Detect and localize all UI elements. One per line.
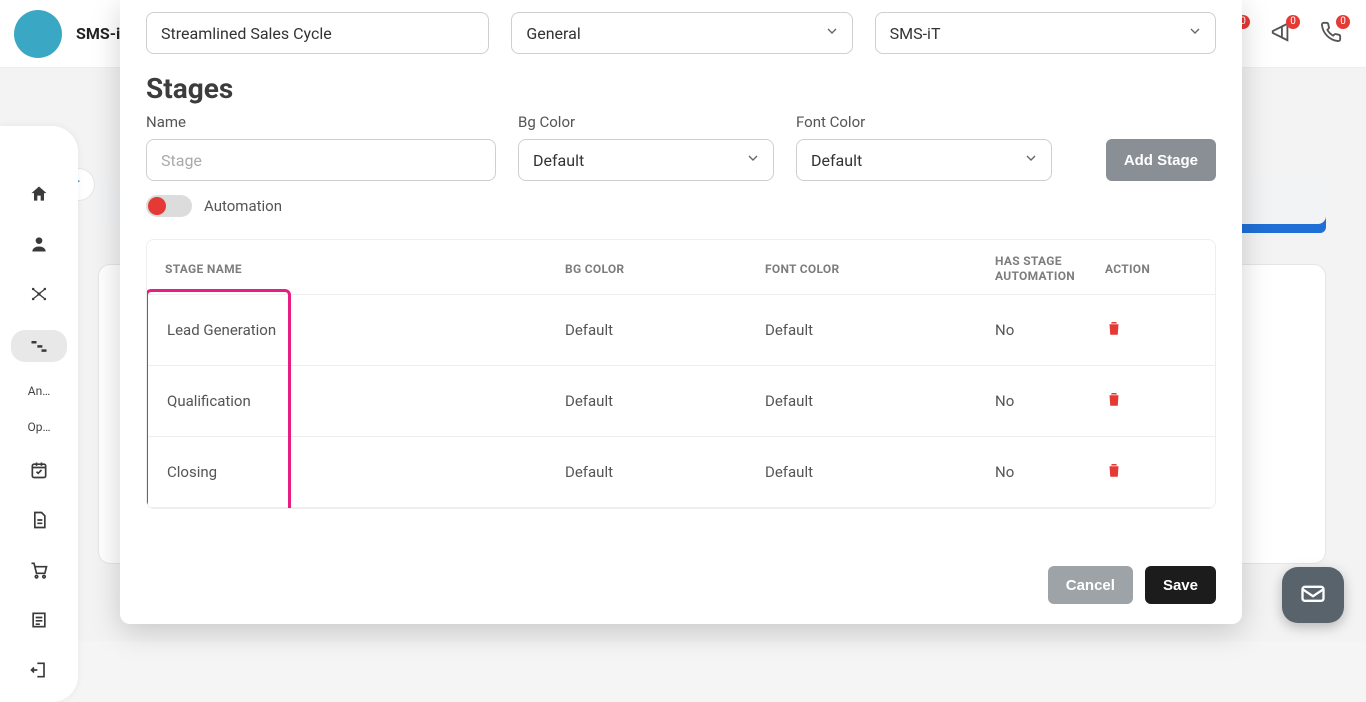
row-bg: Default xyxy=(565,463,765,481)
left-rail: An… Op… xyxy=(0,126,78,702)
row-name: Closing xyxy=(165,463,565,481)
rail-cart-icon[interactable] xyxy=(19,556,59,584)
fontcolor-value: Default xyxy=(811,151,862,170)
owner-select[interactable]: SMS-iT xyxy=(875,12,1216,54)
row-name: Lead Generation xyxy=(165,321,565,339)
pipeline-name-value: Streamlined Sales Cycle xyxy=(161,24,332,43)
rail-calendar-icon[interactable] xyxy=(19,456,59,484)
automation-toggle[interactable] xyxy=(146,195,192,217)
save-button[interactable]: Save xyxy=(1145,566,1216,604)
automation-label: Automation xyxy=(204,197,282,215)
name-col: Name Stage xyxy=(146,113,496,181)
chevron-down-icon xyxy=(1187,23,1203,43)
th-action: ACTION xyxy=(1105,262,1205,276)
category-value: General xyxy=(526,24,580,43)
stage-name-placeholder: Stage xyxy=(161,151,202,170)
bgcolor-label: Bg Color xyxy=(518,113,774,131)
row-font: Default xyxy=(765,321,995,339)
megaphone-badge: 0 xyxy=(1286,15,1300,29)
row-bg: Default xyxy=(565,321,765,339)
row-auto: No xyxy=(995,321,1105,339)
chevron-down-icon xyxy=(1023,150,1039,170)
chevron-down-icon xyxy=(745,150,761,170)
category-select[interactable]: General xyxy=(511,12,852,54)
chevron-down-icon xyxy=(824,23,840,43)
rail-user-icon[interactable] xyxy=(19,230,59,258)
rail-home-icon[interactable] xyxy=(19,180,59,208)
stages-table: STAGE NAME BG COLOR FONT COLOR HAS STAGE… xyxy=(146,239,1216,509)
rail-text-operations[interactable]: Op… xyxy=(27,420,50,434)
row-auto: No xyxy=(995,463,1105,481)
row-font: Default xyxy=(765,392,995,410)
th-stage-name: STAGE NAME xyxy=(165,262,565,276)
rail-text-analytics[interactable]: An… xyxy=(28,384,50,398)
phone-icon[interactable]: 0 xyxy=(1320,21,1342,47)
row-bg: Default xyxy=(565,392,765,410)
th-font-color: FONT COLOR xyxy=(765,262,995,276)
modal-footer: Cancel Save xyxy=(146,548,1216,604)
add-stage-button[interactable]: Add Stage xyxy=(1106,139,1216,181)
modal-top-row: Streamlined Sales Cycle General SMS-iT xyxy=(146,0,1216,54)
table-row: Qualification Default Default No xyxy=(147,366,1215,437)
pipeline-modal: Streamlined Sales Cycle General SMS-iT S… xyxy=(120,0,1242,624)
bgcolor-select[interactable]: Default xyxy=(518,139,774,181)
delete-row-button[interactable] xyxy=(1105,319,1205,341)
automation-row: Automation xyxy=(146,195,1216,217)
fontcolor-label: Font Color xyxy=(796,113,1052,131)
delete-row-button[interactable] xyxy=(1105,390,1205,412)
rail-network-icon[interactable] xyxy=(19,280,59,308)
delete-row-button[interactable] xyxy=(1105,461,1205,483)
table-header: STAGE NAME BG COLOR FONT COLOR HAS STAGE… xyxy=(147,240,1215,295)
row-auto: No xyxy=(995,392,1105,410)
phone-badge: 0 xyxy=(1336,15,1350,29)
table-row: Closing Default Default No xyxy=(147,437,1215,508)
brand-label: SMS-i xyxy=(76,24,120,43)
avatar[interactable] xyxy=(14,10,62,58)
bgcolor-col: Bg Color Default xyxy=(518,113,774,181)
rail-logout-icon[interactable] xyxy=(19,656,59,684)
table-row: Lead Generation Default Default No xyxy=(147,295,1215,366)
bgcolor-value: Default xyxy=(533,151,584,170)
th-has-auto: HAS STAGE AUTOMATION xyxy=(995,254,1105,284)
owner-value: SMS-iT xyxy=(890,24,941,43)
name-label: Name xyxy=(146,113,496,131)
row-font: Default xyxy=(765,463,995,481)
top-left: SMS-i xyxy=(14,10,120,58)
stage-name-input[interactable]: Stage xyxy=(146,139,496,181)
megaphone-icon[interactable]: 0 xyxy=(1270,21,1292,47)
stages-title: Stages xyxy=(146,72,1216,105)
chat-fab[interactable] xyxy=(1282,567,1344,623)
th-bg-color: BG COLOR xyxy=(565,262,765,276)
rail-document-icon[interactable] xyxy=(19,506,59,534)
pipeline-name-input[interactable]: Streamlined Sales Cycle xyxy=(146,12,489,54)
rail-pipeline-icon[interactable] xyxy=(11,330,67,362)
fontcolor-select[interactable]: Default xyxy=(796,139,1052,181)
cancel-button[interactable]: Cancel xyxy=(1048,566,1133,604)
rail-report-icon[interactable] xyxy=(19,606,59,634)
fontcolor-col: Font Color Default xyxy=(796,113,1052,181)
stage-form: Name Stage Bg Color Default Font Color D… xyxy=(146,113,1216,181)
row-name: Qualification xyxy=(165,392,565,410)
